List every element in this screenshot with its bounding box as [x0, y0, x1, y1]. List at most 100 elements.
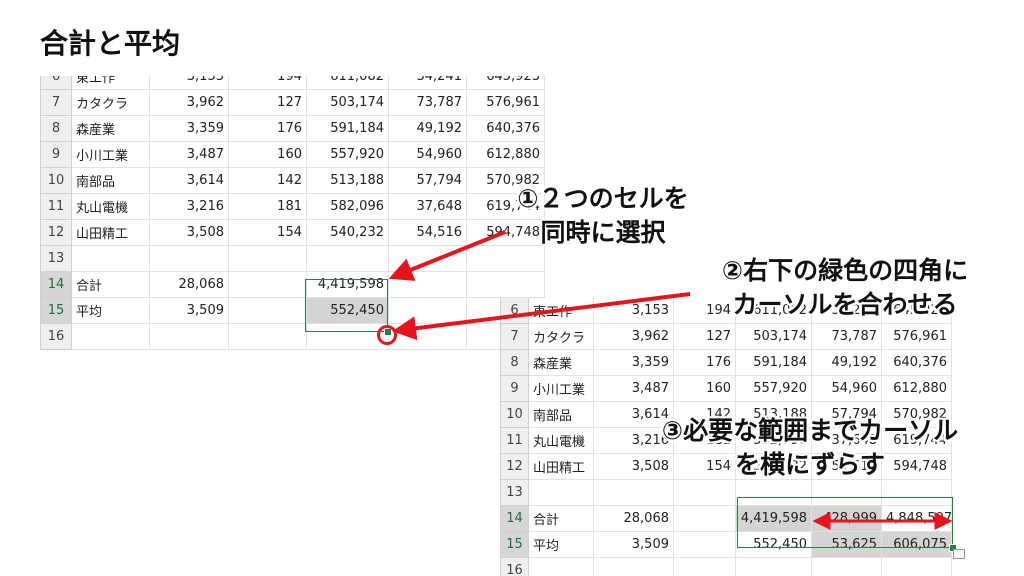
cell[interactable]: 53,625 — [811, 531, 882, 558]
cell[interactable] — [388, 245, 467, 272]
cell[interactable]: 3,359 — [149, 115, 229, 142]
row-header[interactable]: 12 — [40, 219, 72, 246]
cell[interactable] — [388, 323, 467, 350]
cell[interactable]: 4,419,598 — [735, 505, 812, 532]
cell[interactable]: 合計 — [528, 505, 594, 532]
cell[interactable]: 28,068 — [149, 271, 229, 298]
cell[interactable]: 丸山電機 — [71, 193, 150, 220]
cell[interactable] — [228, 297, 307, 324]
cell[interactable] — [388, 297, 467, 324]
cell[interactable]: 東工作 — [71, 76, 150, 90]
cell[interactable]: 503,174 — [735, 323, 812, 350]
cell[interactable] — [811, 557, 882, 576]
cell[interactable]: 640,376 — [466, 115, 545, 142]
cell[interactable]: 28,068 — [593, 505, 674, 532]
cell[interactable]: 平均 — [528, 531, 594, 558]
cell[interactable]: 森産業 — [528, 349, 594, 376]
cell[interactable]: 176 — [673, 349, 736, 376]
row-header[interactable]: 11 — [40, 193, 72, 220]
row-header[interactable]: 10 — [40, 167, 72, 194]
cell[interactable] — [388, 271, 467, 298]
cell[interactable]: 3,509 — [149, 297, 229, 324]
cell[interactable]: 160 — [228, 141, 307, 168]
row-header[interactable]: 6 — [40, 76, 72, 90]
cell[interactable] — [673, 505, 736, 532]
cell[interactable]: 73,787 — [811, 323, 882, 350]
cell[interactable]: 142 — [228, 167, 307, 194]
cell[interactable]: 3,509 — [593, 531, 674, 558]
cell[interactable] — [881, 557, 952, 576]
cell[interactable]: 576,961 — [881, 323, 952, 350]
cell[interactable]: 57,794 — [388, 167, 467, 194]
cell[interactable]: 34,241 — [388, 76, 467, 90]
cell[interactable] — [71, 245, 150, 272]
row-header[interactable]: 6 — [500, 298, 529, 324]
cell[interactable]: 513,188 — [306, 167, 389, 194]
cell[interactable]: 576,961 — [466, 89, 545, 116]
cell[interactable]: 東工作 — [528, 298, 594, 324]
cell[interactable]: 3,487 — [149, 141, 229, 168]
row-header[interactable]: 8 — [500, 349, 529, 376]
cell[interactable]: 49,192 — [388, 115, 467, 142]
cell[interactable]: 154 — [228, 219, 307, 246]
cell[interactable] — [593, 557, 674, 576]
autofill-options-icon[interactable] — [953, 549, 965, 559]
cell[interactable] — [811, 479, 882, 506]
row-header[interactable]: 14 — [500, 505, 529, 532]
cell[interactable]: 194 — [228, 76, 307, 90]
cell[interactable]: 山田精工 — [71, 219, 150, 246]
cell[interactable]: 3,614 — [149, 167, 229, 194]
cell[interactable]: 582,096 — [306, 193, 389, 220]
cell[interactable]: 山田精工 — [528, 453, 594, 480]
cell[interactable]: 73,787 — [388, 89, 467, 116]
cell[interactable]: 平均 — [71, 297, 150, 324]
cell[interactable]: 54,960 — [388, 141, 467, 168]
cell[interactable]: 3,962 — [149, 89, 229, 116]
row-header[interactable]: 16 — [40, 323, 72, 350]
row-header[interactable]: 15 — [40, 297, 72, 324]
cell[interactable]: 557,920 — [735, 375, 812, 402]
cell[interactable] — [528, 479, 594, 506]
row-header[interactable]: 7 — [40, 89, 72, 116]
row-header[interactable]: 13 — [500, 479, 529, 506]
cell[interactable]: 3,487 — [593, 375, 674, 402]
row-header[interactable]: 15 — [500, 531, 529, 558]
cell[interactable]: 612,880 — [466, 141, 545, 168]
cell[interactable]: 54,960 — [811, 375, 882, 402]
row-header[interactable]: 14 — [40, 271, 72, 298]
cell[interactable]: 552,450 — [306, 297, 389, 324]
row-header[interactable]: 7 — [500, 323, 529, 350]
cell[interactable] — [149, 245, 229, 272]
cell[interactable]: 3,216 — [149, 193, 229, 220]
cell[interactable]: カタクラ — [528, 323, 594, 350]
cell[interactable] — [735, 479, 812, 506]
cell[interactable]: 南部品 — [71, 167, 150, 194]
cell[interactable]: 591,184 — [306, 115, 389, 142]
row-header[interactable]: 13 — [40, 245, 72, 272]
cell[interactable] — [528, 557, 594, 576]
row-header[interactable]: 10 — [500, 401, 529, 428]
cell[interactable]: 612,880 — [881, 375, 952, 402]
cell[interactable] — [228, 271, 307, 298]
cell[interactable]: 3,153 — [593, 298, 674, 324]
cell[interactable]: 557,920 — [306, 141, 389, 168]
row-header[interactable]: 9 — [40, 141, 72, 168]
cell[interactable]: 428,999 — [811, 505, 882, 532]
cell[interactable] — [881, 479, 952, 506]
cell[interactable] — [228, 323, 307, 350]
cell[interactable]: 3,153 — [149, 76, 229, 90]
cell[interactable]: 181 — [228, 193, 307, 220]
cell[interactable]: 127 — [228, 89, 307, 116]
cell[interactable]: 37,648 — [388, 193, 467, 220]
cell[interactable] — [466, 271, 545, 298]
cell[interactable]: 丸山電機 — [528, 427, 594, 454]
cell[interactable] — [735, 557, 812, 576]
cell[interactable]: 4,848,597 — [881, 505, 952, 532]
cell[interactable] — [673, 479, 736, 506]
cell[interactable]: 606,075 — [881, 531, 952, 558]
cell[interactable]: 3,962 — [593, 323, 674, 350]
row-header[interactable]: 9 — [500, 375, 529, 402]
cell[interactable]: 3,508 — [149, 219, 229, 246]
cell[interactable]: 645,923 — [466, 76, 545, 90]
cell[interactable] — [593, 479, 674, 506]
